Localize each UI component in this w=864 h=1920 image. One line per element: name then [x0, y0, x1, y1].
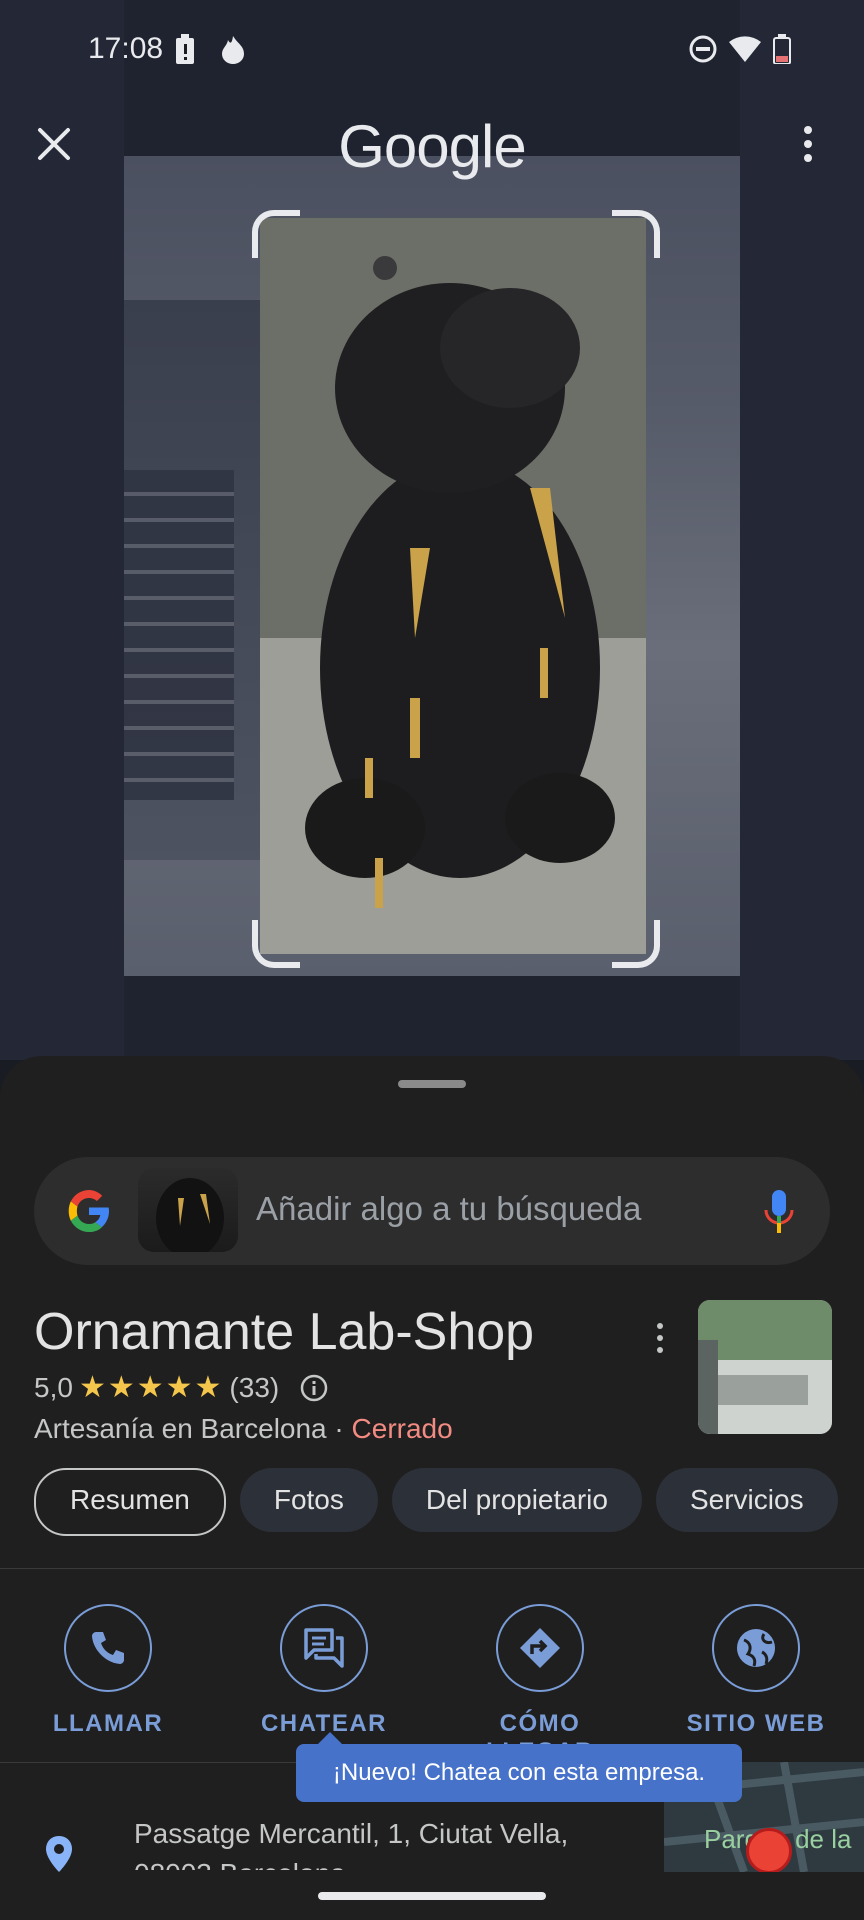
google-g-icon: [68, 1190, 109, 1232]
directions-icon: [520, 1628, 560, 1668]
rating-row: 5,0 ★★★★★ (33): [34, 1370, 329, 1405]
call-button[interactable]: LLAMAR: [18, 1604, 198, 1738]
crop-corner-top-left[interactable]: [252, 210, 300, 258]
gesture-nav-handle[interactable]: [318, 1892, 546, 1900]
mic-icon[interactable]: [762, 1188, 796, 1236]
rating-value: 5,0: [34, 1371, 73, 1403]
rating-stars: ★★★★★: [78, 1371, 224, 1404]
crop-selection-area[interactable]: [260, 218, 646, 954]
phone-icon: [92, 1632, 124, 1664]
place-more-icon[interactable]: [654, 1318, 666, 1358]
chat-button[interactable]: CHATEAR: [234, 1604, 414, 1738]
chat-icon: [304, 1628, 344, 1668]
google-logo: Google: [338, 113, 526, 180]
directions-button[interactable]: CÓMO LLEGAR: [450, 1604, 630, 1766]
website-circle[interactable]: [712, 1604, 800, 1692]
new-chat-tooltip[interactable]: ¡Nuevo! Chatea con esta empresa.: [296, 1744, 742, 1802]
directions-circle[interactable]: [496, 1604, 584, 1692]
walrus-thumbnail-image: [156, 1178, 224, 1252]
walrus-sculpture-image: [260, 218, 646, 954]
crop-corner-bottom-left[interactable]: [252, 920, 300, 968]
tab-servicios[interactable]: Servicios: [655, 1468, 838, 1532]
tab-fotos[interactable]: Fotos: [239, 1468, 378, 1532]
tab-chips: Resumen Fotos Del propietario Servicios: [34, 1468, 838, 1536]
wifi-icon: [729, 36, 761, 62]
crop-corner-top-right[interactable]: [612, 210, 660, 258]
open-status: Cerrado: [351, 1413, 453, 1444]
category-row: Artesanía en Barcelona · Cerrado: [34, 1413, 453, 1445]
search-placeholder[interactable]: Añadir algo a tu búsqueda: [256, 1190, 641, 1228]
tooltip-arrow: [318, 1732, 342, 1744]
shop-interior-image: [698, 1300, 832, 1434]
category-separator: ·: [326, 1413, 352, 1444]
info-icon[interactable]: [299, 1373, 329, 1403]
place-title[interactable]: Ornamante Lab-Shop: [34, 1302, 534, 1362]
location-pin-icon: [46, 1836, 72, 1872]
map-pin-icon: [746, 1828, 792, 1872]
fire-icon: [222, 36, 244, 64]
crop-corner-bottom-right[interactable]: [612, 920, 660, 968]
alert-battery-icon: [176, 34, 194, 64]
globe-icon: [737, 1629, 775, 1667]
place-category: Artesanía en Barcelona: [34, 1413, 327, 1444]
photo-shelf-detail: [124, 470, 234, 800]
website-label: SITIO WEB: [686, 1710, 826, 1737]
status-time: 17:08: [88, 32, 164, 65]
battery-icon: [773, 34, 791, 64]
website-button[interactable]: SITIO WEB: [666, 1604, 846, 1738]
more-vert-button[interactable]: [796, 124, 820, 164]
tab-resumen[interactable]: Resumen: [34, 1468, 226, 1536]
place-photo-thumbnail[interactable]: [698, 1300, 832, 1434]
search-image-thumbnail[interactable]: [138, 1168, 238, 1252]
address-line-1[interactable]: Passatge Mercantil, 1, Ciutat Vella,: [134, 1818, 568, 1850]
address-line-2[interactable]: 08003 Barcelona: [134, 1858, 346, 1870]
chat-circle[interactable]: [280, 1604, 368, 1692]
review-count[interactable]: (33): [229, 1372, 279, 1404]
tab-del-propietario[interactable]: Del propietario: [391, 1468, 642, 1532]
sheet-drag-handle[interactable]: [398, 1080, 466, 1088]
call-label: LLAMAR: [52, 1710, 164, 1737]
call-circle[interactable]: [64, 1604, 152, 1692]
dnd-icon: [689, 35, 717, 63]
section-divider: [0, 1568, 864, 1569]
